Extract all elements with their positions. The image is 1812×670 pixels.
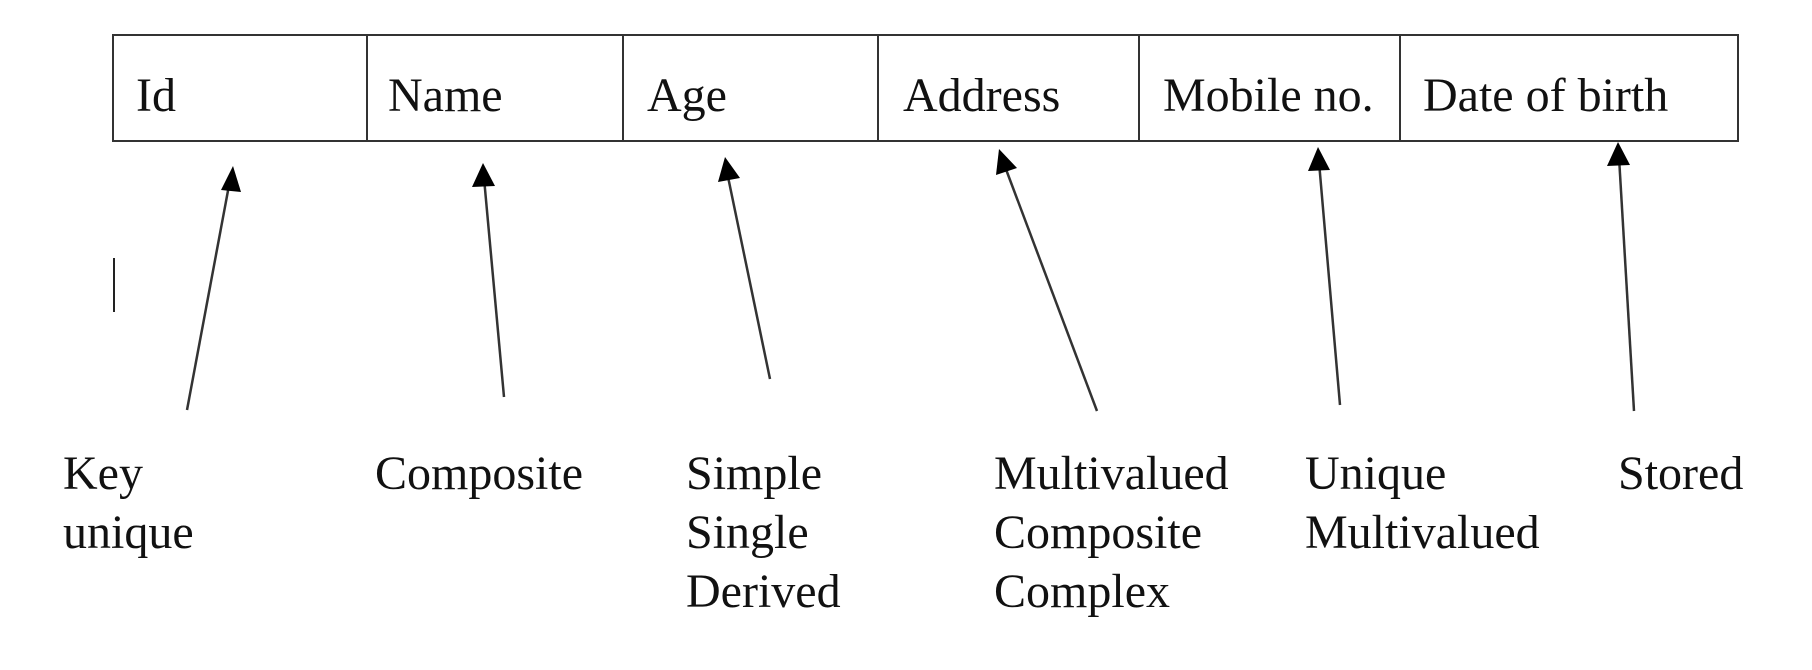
type-labels-age: Simple Single Derived xyxy=(686,447,841,632)
attribute-cell-address: Address xyxy=(879,36,1140,140)
attribute-cell-date-of-birth: Date of birth xyxy=(1401,36,1737,140)
arrow-head-icon xyxy=(1607,142,1630,166)
type-labels-address: Multivalued Composite Complex xyxy=(994,447,1229,632)
type-labels-mobile-no: Unique Multivalued xyxy=(1305,447,1540,573)
attribute-name: Date of birth xyxy=(1423,69,1669,122)
attribute-name: Id xyxy=(136,69,176,122)
arrow-shaft xyxy=(482,177,506,398)
type-labels-date-of-birth: Stored xyxy=(1618,447,1743,514)
attribute-cell-id: Id xyxy=(114,36,368,140)
arrow-shaft xyxy=(1002,163,1099,412)
diagram-canvas: Id Name Age Address Mobile no. Date of b… xyxy=(0,0,1812,670)
arrow-date-of-birth xyxy=(1607,142,1636,412)
arrow-head-icon xyxy=(718,157,740,182)
attribute-cell-age: Age xyxy=(624,36,879,140)
arrow-mobile-no xyxy=(1308,147,1342,406)
text-cursor xyxy=(113,258,115,312)
attribute-cell-name: Name xyxy=(368,36,624,140)
arrow-address xyxy=(996,149,1099,412)
arrow-name xyxy=(472,163,506,398)
type-label: unique xyxy=(63,506,194,559)
type-label: Derived xyxy=(686,565,841,618)
arrow-head-icon xyxy=(1308,147,1330,171)
type-label: Stored xyxy=(1618,447,1744,500)
arrow-head-icon xyxy=(472,163,495,187)
type-labels-id: Key unique xyxy=(63,447,194,573)
arrow-id xyxy=(185,166,241,411)
arrow-head-icon xyxy=(221,166,241,192)
arrow-age xyxy=(718,157,772,380)
type-label: Multivalued xyxy=(1305,506,1540,559)
attribute-name: Age xyxy=(647,69,727,122)
attribute-cell-mobile-no: Mobile no. xyxy=(1140,36,1401,140)
arrow-shaft xyxy=(1317,161,1342,406)
arrow-shaft xyxy=(185,179,232,411)
type-labels-name: Composite xyxy=(375,447,583,514)
arrow-shaft xyxy=(725,171,772,380)
attribute-name: Mobile no. xyxy=(1163,69,1374,122)
entity-attribute-table: Id Name Age Address Mobile no. Date of b… xyxy=(112,34,1739,142)
attribute-name: Address xyxy=(903,69,1061,122)
type-label: Composite xyxy=(375,447,584,500)
attribute-name: Name xyxy=(388,69,503,122)
arrow-head-icon xyxy=(996,149,1017,175)
arrow-shaft xyxy=(1617,156,1636,412)
